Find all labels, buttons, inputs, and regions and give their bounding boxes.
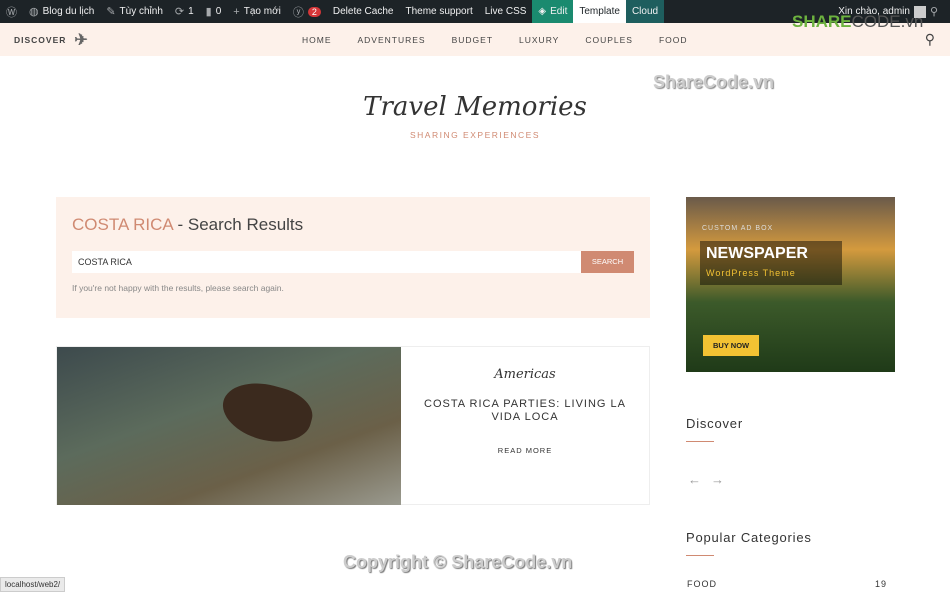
template-button[interactable]: Template bbox=[573, 0, 626, 23]
site-logo[interactable]: Travel Memories SHARING EXPERIENCES bbox=[0, 92, 950, 140]
refresh-icon: ⟳ bbox=[174, 6, 185, 18]
eagle-image bbox=[216, 374, 318, 451]
cloud-button[interactable]: Cloud bbox=[625, 0, 665, 23]
arrow-left-icon[interactable]: ← bbox=[688, 472, 701, 487]
post-image[interactable] bbox=[57, 347, 401, 505]
search-input[interactable]: COSTA RICA bbox=[72, 251, 581, 273]
brand-label: DISCOVER bbox=[14, 34, 67, 45]
new-content-link[interactable]: + Tạo mới bbox=[227, 0, 287, 23]
updates-count: 1 bbox=[188, 6, 194, 17]
category-item[interactable]: FOOD 19 bbox=[687, 579, 887, 589]
yoast-icon: ⓨ bbox=[292, 6, 304, 19]
search-hint: If you're not happy with the results, pl… bbox=[72, 283, 284, 293]
discover-brand[interactable]: DISCOVER ✈ bbox=[14, 30, 89, 50]
dashboard-icon: ◍ bbox=[29, 6, 39, 18]
updates-link[interactable]: ⟳ 1 bbox=[169, 0, 200, 23]
sharecode-logo: SHARECODE.vn bbox=[792, 12, 924, 31]
arrow-right-icon[interactable]: → bbox=[711, 472, 724, 487]
new-label: Tạo mới bbox=[243, 6, 281, 17]
delete-cache-link[interactable]: Delete Cache bbox=[327, 0, 400, 23]
plus-icon: + bbox=[233, 5, 240, 18]
brush-icon: ✎ bbox=[106, 6, 116, 18]
search-icon[interactable]: ⚲ bbox=[930, 5, 938, 18]
nav-item-home[interactable]: HOME bbox=[302, 35, 332, 45]
search-icon[interactable]: ⚲ bbox=[925, 31, 936, 48]
page-title: COSTA RICA - Search Results bbox=[72, 215, 304, 234]
wordpress-logo-button[interactable]: Ⓦ bbox=[0, 0, 23, 23]
live-css-link[interactable]: Live CSS bbox=[479, 0, 533, 23]
comments-count: 0 bbox=[215, 6, 222, 17]
logo-title: Travel Memories bbox=[363, 92, 587, 122]
wordpress-icon: Ⓦ bbox=[6, 6, 17, 19]
ad-label: CUSTOM AD BOX bbox=[702, 225, 774, 232]
status-bar-url: localhost/web2/ bbox=[0, 577, 66, 592]
popular-categories-title: Popular Categories bbox=[686, 530, 812, 556]
edit-label: Edit bbox=[550, 6, 568, 17]
comment-icon: ▮ bbox=[205, 6, 212, 18]
edit-button[interactable]: ◈ Edit bbox=[532, 0, 574, 23]
site-name: Blog du lịch bbox=[42, 6, 95, 17]
nav-item-adventures[interactable]: ADVENTURES bbox=[358, 35, 426, 45]
nav-item-budget[interactable]: BUDGET bbox=[452, 35, 493, 45]
ad-title: NEWSPAPER bbox=[706, 245, 808, 262]
watermark-text: ShareCode.vn bbox=[653, 72, 775, 92]
post-card: Americas COSTA RICA PARTIES: LIVING LA V… bbox=[56, 346, 650, 505]
search-results-box: COSTA RICA - Search Results COSTA RICA S… bbox=[56, 197, 650, 318]
post-category[interactable]: Americas bbox=[401, 367, 649, 382]
plane-icon: ✈ bbox=[74, 31, 89, 49]
customize-link[interactable]: ✎ Tùy chỉnh bbox=[100, 0, 169, 23]
yoast-link[interactable]: ⓨ 2 bbox=[287, 0, 327, 23]
read-more-link[interactable]: READ MORE bbox=[401, 446, 649, 455]
ad-banner[interactable]: CUSTOM AD BOX NEWSPAPER WordPress Theme B… bbox=[686, 197, 895, 372]
search-button[interactable]: SEARCH bbox=[581, 251, 634, 273]
copyright-watermark: Copyright © ShareCode.vn bbox=[343, 552, 573, 572]
customize-label: Tùy chỉnh bbox=[119, 6, 163, 17]
theme-support-link[interactable]: Theme support bbox=[399, 0, 478, 23]
eye-icon: ◈ bbox=[538, 6, 547, 17]
ad-subtitle: WordPress Theme bbox=[706, 268, 796, 278]
discover-widget-title: Discover bbox=[686, 416, 743, 442]
post-title[interactable]: COSTA RICA PARTIES: LIVING LA VIDA LOCA bbox=[413, 398, 637, 424]
nav-item-luxury[interactable]: LUXURY bbox=[519, 35, 559, 45]
logo-subtitle: SHARING EXPERIENCES bbox=[409, 130, 541, 140]
yoast-badge: 2 bbox=[307, 6, 321, 17]
comments-link[interactable]: ▮ 0 bbox=[200, 0, 228, 23]
nav-item-couples[interactable]: COUPLES bbox=[585, 35, 633, 45]
site-name-link[interactable]: ◍ Blog du lịch bbox=[23, 0, 100, 23]
buy-now-button[interactable]: BUY NOW bbox=[703, 335, 760, 356]
nav-item-food[interactable]: FOOD bbox=[659, 35, 688, 45]
